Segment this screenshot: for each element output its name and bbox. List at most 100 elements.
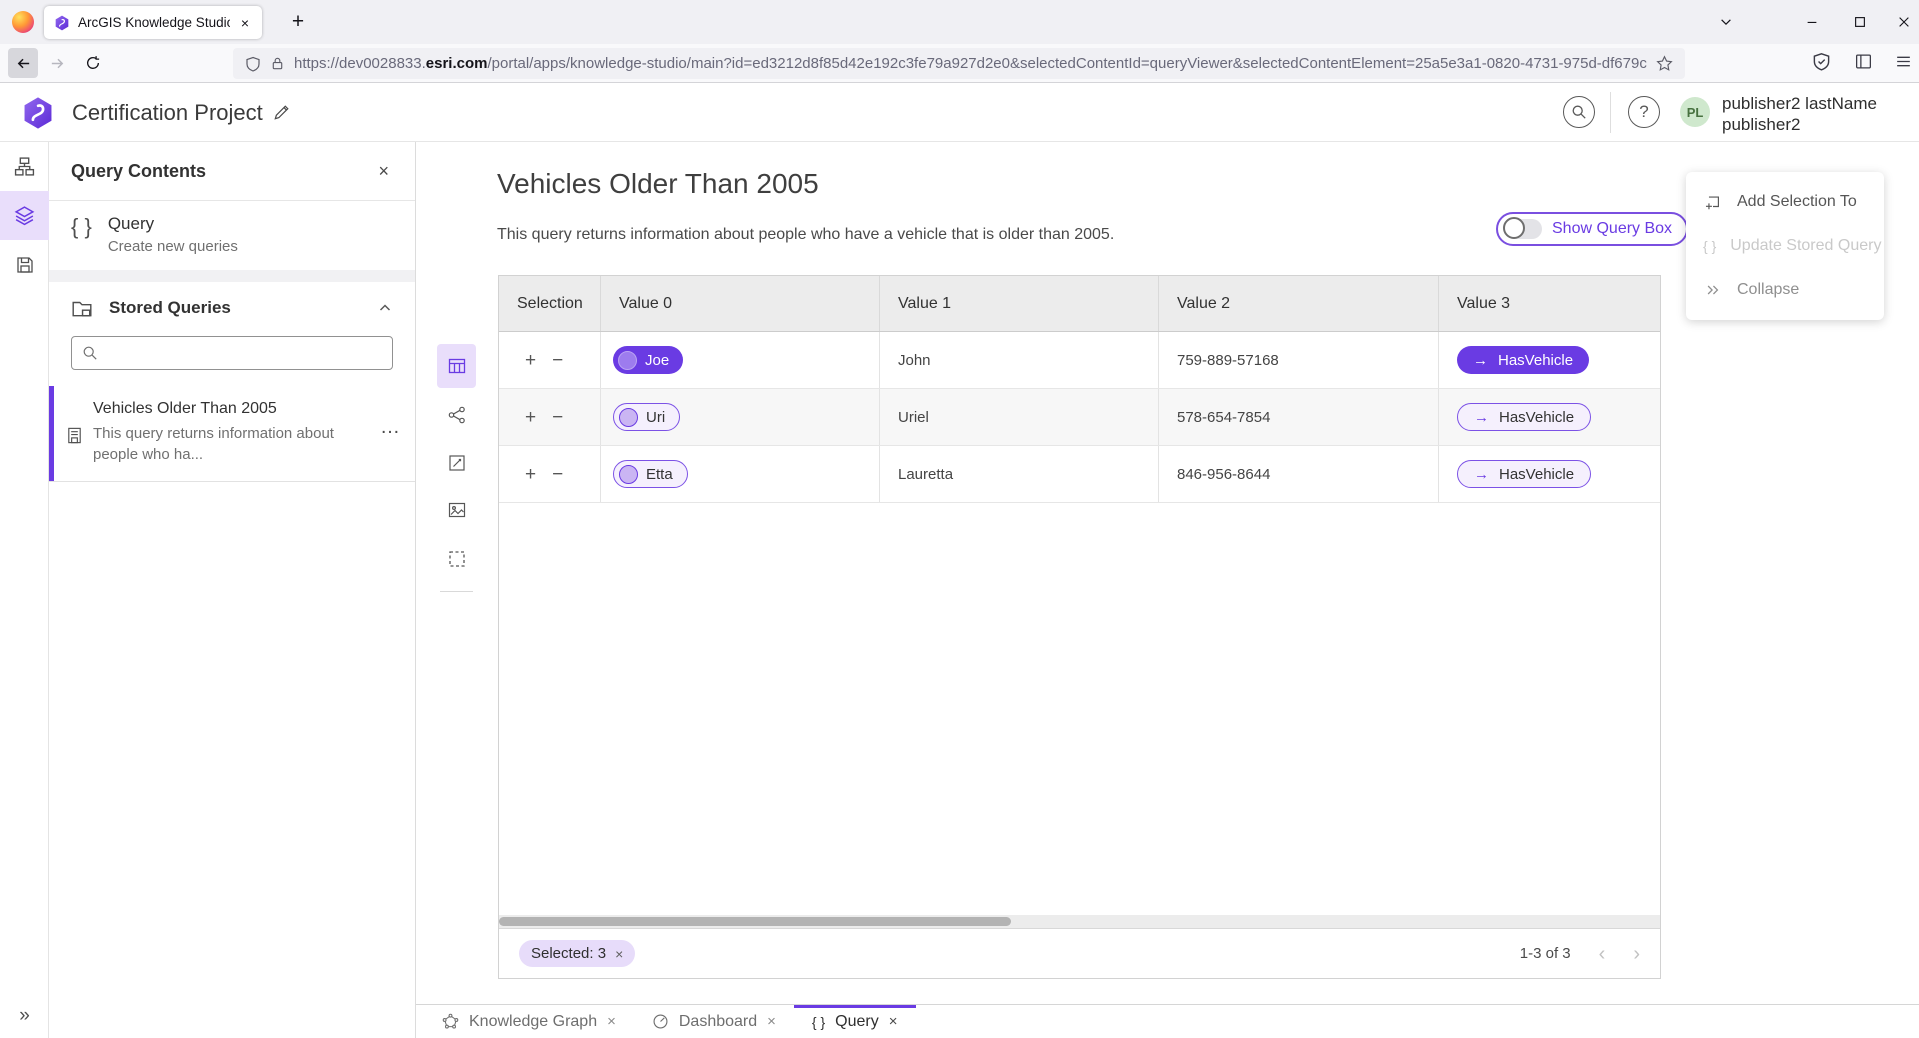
search-icon — [82, 345, 98, 361]
table-row: + − Uri Uriel 578-654-7854 → HasVehicle — [499, 389, 1660, 446]
window-minimize-button[interactable] — [1792, 5, 1832, 39]
remove-from-selection-button[interactable]: − — [552, 465, 563, 484]
column-header-selection: Selection — [499, 276, 600, 331]
selection-cell: + − — [499, 389, 600, 445]
url-text: https://dev0028833.esri.com/portal/apps/… — [294, 55, 1647, 72]
collapse-double-chevron-icon — [1703, 282, 1723, 298]
entity-dot-icon — [618, 351, 637, 370]
forward-button[interactable] — [42, 48, 72, 78]
entity-pill[interactable]: Joe — [613, 346, 683, 374]
table-view-button[interactable] — [437, 344, 476, 388]
entity-label: Etta — [646, 466, 673, 483]
link-chart-view-button[interactable] — [437, 393, 476, 437]
selection-cell: + − — [499, 446, 600, 502]
add-to-selection-button[interactable]: + — [525, 351, 536, 370]
tab-label: Knowledge Graph — [469, 1013, 597, 1031]
edit-title-pencil-icon[interactable] — [272, 103, 291, 122]
window-maximize-button[interactable] — [1840, 5, 1880, 39]
tab-dashboard[interactable]: Dashboard × — [634, 1005, 794, 1038]
remove-from-selection-button[interactable]: − — [552, 408, 563, 427]
tab-close-icon[interactable]: × — [767, 1013, 776, 1030]
select-tool-button[interactable] — [437, 537, 476, 581]
selection-cell: + − — [499, 332, 600, 388]
stored-queries-header[interactable]: Stored Queries — [49, 282, 415, 330]
tab-knowledge-graph[interactable]: Knowledge Graph × — [424, 1005, 634, 1038]
firefox-icon[interactable] — [12, 11, 34, 33]
help-button[interactable]: ? — [1628, 96, 1660, 128]
entity-dot-icon — [619, 465, 638, 484]
relationship-pill[interactable]: → HasVehicle — [1457, 460, 1591, 488]
relationship-label: HasVehicle — [1499, 409, 1574, 426]
scrollbar-thumb[interactable] — [499, 917, 1011, 926]
user-avatar[interactable]: PL — [1680, 97, 1710, 127]
table-empty-area — [499, 503, 1660, 915]
rail-expand-button[interactable]: » — [0, 1002, 49, 1030]
entity-pill[interactable]: Uri — [613, 403, 680, 431]
rail-item-data-model[interactable] — [0, 142, 49, 191]
panel-section-divider — [49, 270, 415, 282]
braces-icon: { } — [1703, 238, 1716, 254]
table-icon — [447, 356, 467, 376]
chevron-up-icon[interactable] — [377, 300, 393, 316]
relationship-pill[interactable]: → HasVehicle — [1457, 346, 1589, 374]
panel-close-icon[interactable]: × — [374, 159, 393, 184]
rail-item-save[interactable] — [0, 240, 49, 289]
new-tab-button[interactable]: + — [284, 8, 312, 36]
query-item-subtitle: Create new queries — [108, 238, 238, 255]
search-input[interactable] — [106, 345, 382, 362]
tracking-protection-shield-icon[interactable] — [245, 56, 261, 72]
toggle-knob — [1503, 217, 1525, 239]
stored-queries-search[interactable] — [71, 336, 393, 370]
clear-selection-icon[interactable]: × — [615, 946, 623, 962]
show-query-box-toggle[interactable]: Show Query Box — [1496, 212, 1688, 246]
lock-icon[interactable] — [270, 56, 285, 71]
query-item-title: Query — [108, 214, 238, 234]
tab-close-icon[interactable]: × — [238, 14, 252, 32]
search-button[interactable] — [1563, 96, 1595, 128]
browser-tab[interactable]: ArcGIS Knowledge Studio × — [44, 6, 262, 39]
entity-pill[interactable]: Etta — [613, 460, 688, 488]
edit-view-button[interactable] — [437, 441, 476, 485]
new-query-item[interactable]: { } Query Create new queries — [49, 201, 415, 270]
rail-item-contents[interactable] — [0, 191, 49, 240]
data-model-tree-icon — [14, 156, 35, 177]
selected-count-label: Selected: 3 — [531, 945, 606, 962]
horizontal-scrollbar[interactable] — [499, 915, 1660, 928]
previous-page-chevron-icon[interactable]: ‹ — [1599, 944, 1606, 964]
table-row: + − Joe John 759-889-57168 → HasVehicle — [499, 332, 1660, 389]
value2-cell: 759-889-57168 — [1158, 332, 1438, 388]
next-page-chevron-icon[interactable]: › — [1633, 944, 1640, 964]
image-view-button[interactable] — [437, 488, 476, 532]
menu-hamburger-icon[interactable] — [1894, 52, 1913, 71]
back-button[interactable] — [8, 48, 38, 78]
menu-item-collapse[interactable]: Collapse — [1686, 268, 1884, 312]
browser-nav-bar: https://dev0028833.esri.com/portal/apps/… — [0, 44, 1919, 83]
toggle-label: Show Query Box — [1552, 220, 1672, 238]
add-to-selection-button[interactable]: + — [525, 465, 536, 484]
tab-query[interactable]: { } Query × — [794, 1005, 916, 1038]
remove-from-selection-button[interactable]: − — [552, 351, 563, 370]
bookmark-star-icon[interactable] — [1656, 55, 1673, 72]
stored-query-item[interactable]: Vehicles Older Than 2005 This query retu… — [49, 386, 415, 482]
sidebar-library-icon[interactable] — [1854, 52, 1873, 71]
relationship-pill[interactable]: → HasVehicle — [1457, 403, 1591, 431]
bottom-tab-bar: Knowledge Graph × Dashboard × { } Query … — [416, 1004, 1919, 1038]
arrow-right-icon: → — [1474, 466, 1489, 483]
window-close-button[interactable] — [1884, 5, 1919, 39]
edit-box-icon — [447, 453, 467, 473]
value2-cell: 846-956-8644 — [1158, 446, 1438, 502]
item-options-ellipsis-icon[interactable]: … — [380, 416, 401, 439]
tab-close-icon[interactable]: × — [607, 1013, 616, 1030]
selection-context-menu: Add Selection To { } Update Stored Query… — [1686, 172, 1884, 320]
menu-item-add-selection-to[interactable]: Add Selection To — [1686, 180, 1884, 224]
permissions-shield-icon[interactable] — [1812, 52, 1831, 71]
list-tabs-chevron-icon[interactable] — [1706, 5, 1746, 39]
pagination-range: 1-3 of 3 — [1520, 945, 1571, 962]
reload-button[interactable] — [78, 48, 108, 78]
search-icon — [1571, 104, 1587, 120]
entity-label: Uri — [646, 409, 665, 426]
panel-header: Query Contents × — [49, 142, 415, 201]
tab-close-icon[interactable]: × — [889, 1013, 898, 1030]
url-bar[interactable]: https://dev0028833.esri.com/portal/apps/… — [233, 48, 1685, 79]
add-to-selection-button[interactable]: + — [525, 408, 536, 427]
